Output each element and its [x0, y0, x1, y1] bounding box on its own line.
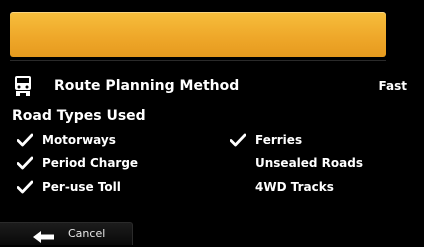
route-planning-method-row[interactable]: Route Planning Method Fast — [0, 71, 424, 101]
cancel-button[interactable]: Cancel — [0, 222, 133, 245]
road-type-unsealed-roads-toggle[interactable]: Unsealed Roads — [230, 154, 400, 176]
header-divider — [10, 60, 386, 61]
road-type-label: Unsealed Roads — [255, 156, 363, 170]
road-type-4wd-tracks-toggle[interactable]: 4WD Tracks — [230, 178, 400, 200]
back-arrow-icon — [33, 228, 55, 243]
road-type-motorways-toggle[interactable]: Motorways — [16, 131, 187, 153]
road-type-per-use-toll-toggle[interactable]: Per-use Toll — [16, 178, 187, 200]
cancel-label: Cancel — [68, 227, 106, 240]
checkmark-icon — [229, 133, 247, 147]
road-type-period-charge-toggle[interactable]: Period Charge — [16, 154, 187, 176]
settings-screen: Route Planning Method Fast Road Types Us… — [0, 0, 424, 245]
road-type-ferries-toggle[interactable]: Ferries — [229, 131, 400, 153]
road-type-label: Per-use Toll — [42, 180, 121, 194]
road-type-label: Ferries — [255, 133, 303, 147]
checkmark-icon — [16, 133, 34, 147]
road-type-label: Period Charge — [42, 156, 139, 170]
checkmark-icon — [16, 156, 34, 170]
checkmark-icon — [16, 180, 34, 194]
road-types-title: Road Types Used — [12, 108, 146, 124]
road-type-label: Motorways — [42, 133, 116, 147]
route-planning-method-value: Fast — [378, 79, 407, 93]
road-type-label: 4WD Tracks — [255, 180, 334, 194]
vehicle-icon — [14, 75, 32, 97]
route-planning-method-label: Route Planning Method — [54, 78, 240, 94]
header-bar — [10, 12, 386, 57]
